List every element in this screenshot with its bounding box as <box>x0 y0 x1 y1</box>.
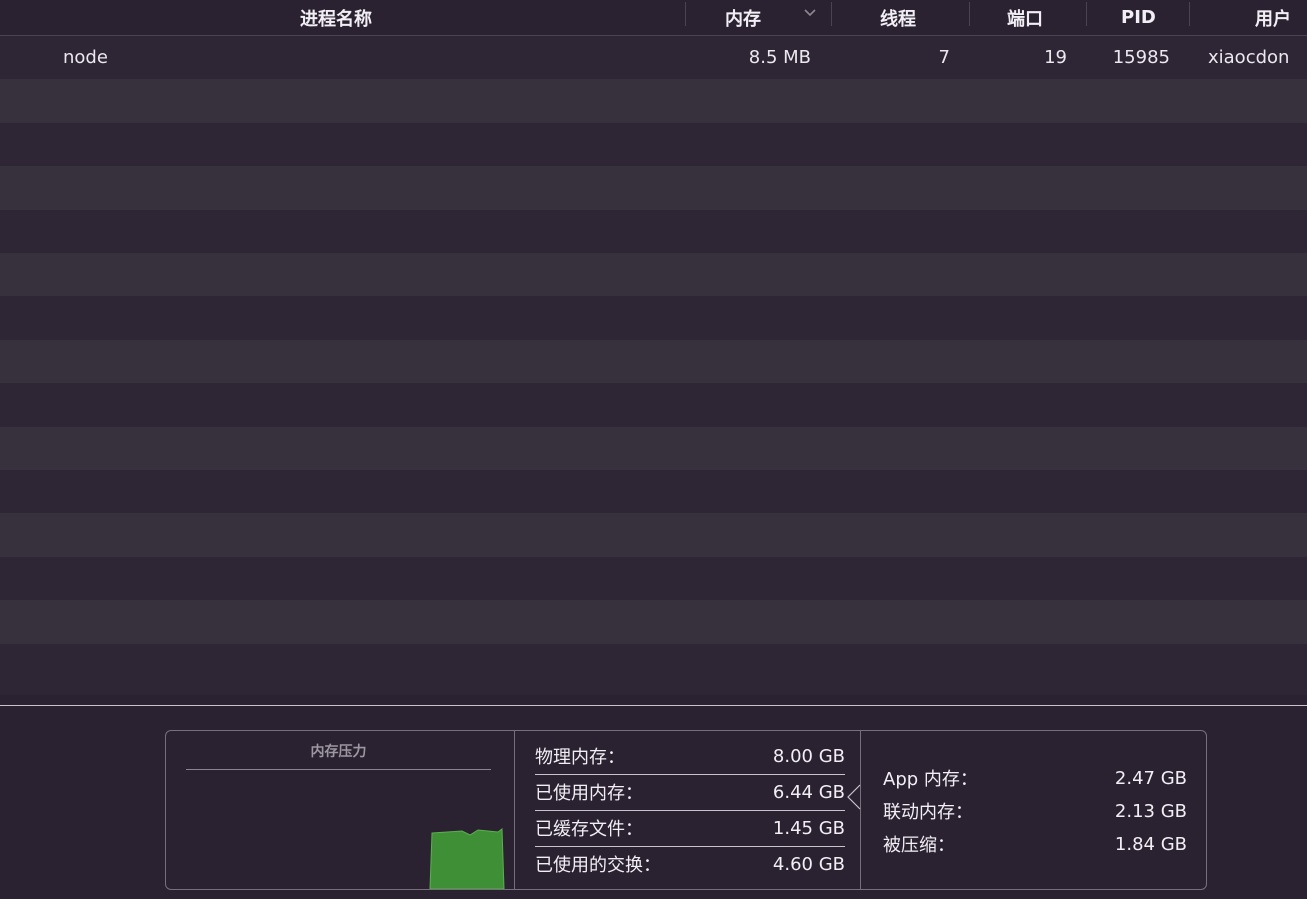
table-row-empty <box>0 209 1307 253</box>
column-divider[interactable] <box>1189 2 1190 26</box>
table-row-empty <box>0 513 1307 557</box>
stat-app-memory: App 内存： 2.47 GB <box>883 763 1187 793</box>
stat-label: 被压缩： <box>883 835 955 856</box>
column-header-threads[interactable]: 线程 <box>880 0 916 35</box>
table-row-empty <box>0 166 1307 210</box>
column-header-user[interactable]: 用户 <box>1255 0 1291 35</box>
memory-breakdown-section: App 内存： 2.47 GB 联动内存： 2.13 GB 被压缩： 1.84 … <box>861 731 1206 889</box>
bracket-pointer-icon <box>847 784 861 810</box>
process-table: node 8.5 MB 7 19 15985 xiaocdon <box>0 36 1307 695</box>
stat-value: 2.13 GB <box>1114 800 1187 822</box>
user-cell: xiaocdon <box>1208 47 1290 69</box>
column-divider[interactable] <box>685 2 686 26</box>
table-row-empty <box>0 383 1307 427</box>
table-row-empty <box>0 556 1307 601</box>
table-row-empty <box>0 643 1307 695</box>
column-header-memory[interactable]: 内存 <box>725 0 761 35</box>
stat-label: 联动内存： <box>883 802 973 823</box>
chevron-down-icon[interactable] <box>802 4 818 20</box>
column-divider[interactable] <box>969 2 970 26</box>
table-row[interactable]: node 8.5 MB 7 19 15985 xiaocdon <box>0 36 1307 80</box>
stat-value: 4.60 GB <box>772 853 845 875</box>
stat-label: 已使用内存： <box>535 783 643 804</box>
table-row-empty <box>0 470 1307 514</box>
table-header: 进程名称 内存 线程 端口 PID 用户 <box>0 0 1307 36</box>
column-header-pid[interactable]: PID <box>1121 0 1156 35</box>
stat-wired-memory: 联动内存： 2.13 GB <box>883 796 1187 826</box>
stat-physical-memory: 物理内存： 8.00 GB <box>535 739 845 773</box>
stat-cached-files: 已缓存文件： 1.45 GB <box>535 811 845 845</box>
column-divider[interactable] <box>831 2 832 26</box>
column-header-ports[interactable]: 端口 <box>1007 0 1043 35</box>
stat-value: 1.45 GB <box>772 817 845 839</box>
table-row-empty <box>0 426 1307 470</box>
table-row-empty <box>0 253 1307 297</box>
stat-value: 2.47 GB <box>1114 767 1187 789</box>
stat-label: App 内存： <box>883 769 978 790</box>
table-row-empty <box>0 122 1307 167</box>
table-row-empty <box>0 79 1307 123</box>
memory-pressure-title: 内存压力 <box>186 741 491 770</box>
memory-summary-footer: 内存压力 物理内存： 8.00 GB 已使用内存： 6.44 GB 已缓存文件： <box>0 705 1307 899</box>
activity-monitor-memory-view: 进程名称 内存 线程 端口 PID 用户 node 8.5 MB 7 19 15… <box>0 0 1307 899</box>
stat-value: 6.44 GB <box>772 781 845 803</box>
memory-pressure-section: 内存压力 <box>166 731 515 889</box>
stat-value: 8.00 GB <box>772 745 845 767</box>
process-name-cell: node <box>63 47 108 69</box>
memory-summary-panel: 内存压力 物理内存： 8.00 GB 已使用内存： 6.44 GB 已缓存文件： <box>165 730 1207 890</box>
table-row-empty <box>0 600 1307 644</box>
table-row-empty <box>0 296 1307 340</box>
memory-pressure-graph <box>429 828 505 889</box>
table-row-empty <box>0 339 1307 384</box>
stat-memory-used: 已使用内存： 6.44 GB <box>535 775 845 809</box>
stat-compressed: 被压缩： 1.84 GB <box>883 829 1187 859</box>
stat-value: 1.84 GB <box>1114 833 1187 855</box>
stat-label: 已缓存文件： <box>535 819 643 840</box>
memory-cell: 8.5 MB <box>748 47 811 69</box>
stat-swap-used: 已使用的交换： 4.60 GB <box>535 847 845 881</box>
column-divider[interactable] <box>1086 2 1087 26</box>
column-header-process-name[interactable]: 进程名称 <box>300 0 372 35</box>
stat-label: 已使用的交换： <box>535 855 661 876</box>
pid-cell: 15985 <box>1112 47 1170 69</box>
stat-label: 物理内存： <box>535 747 625 768</box>
memory-stats-section: 物理内存： 8.00 GB 已使用内存： 6.44 GB 已缓存文件： 1.45… <box>515 731 861 889</box>
threads-cell: 7 <box>938 47 950 69</box>
ports-cell: 19 <box>1044 47 1067 69</box>
